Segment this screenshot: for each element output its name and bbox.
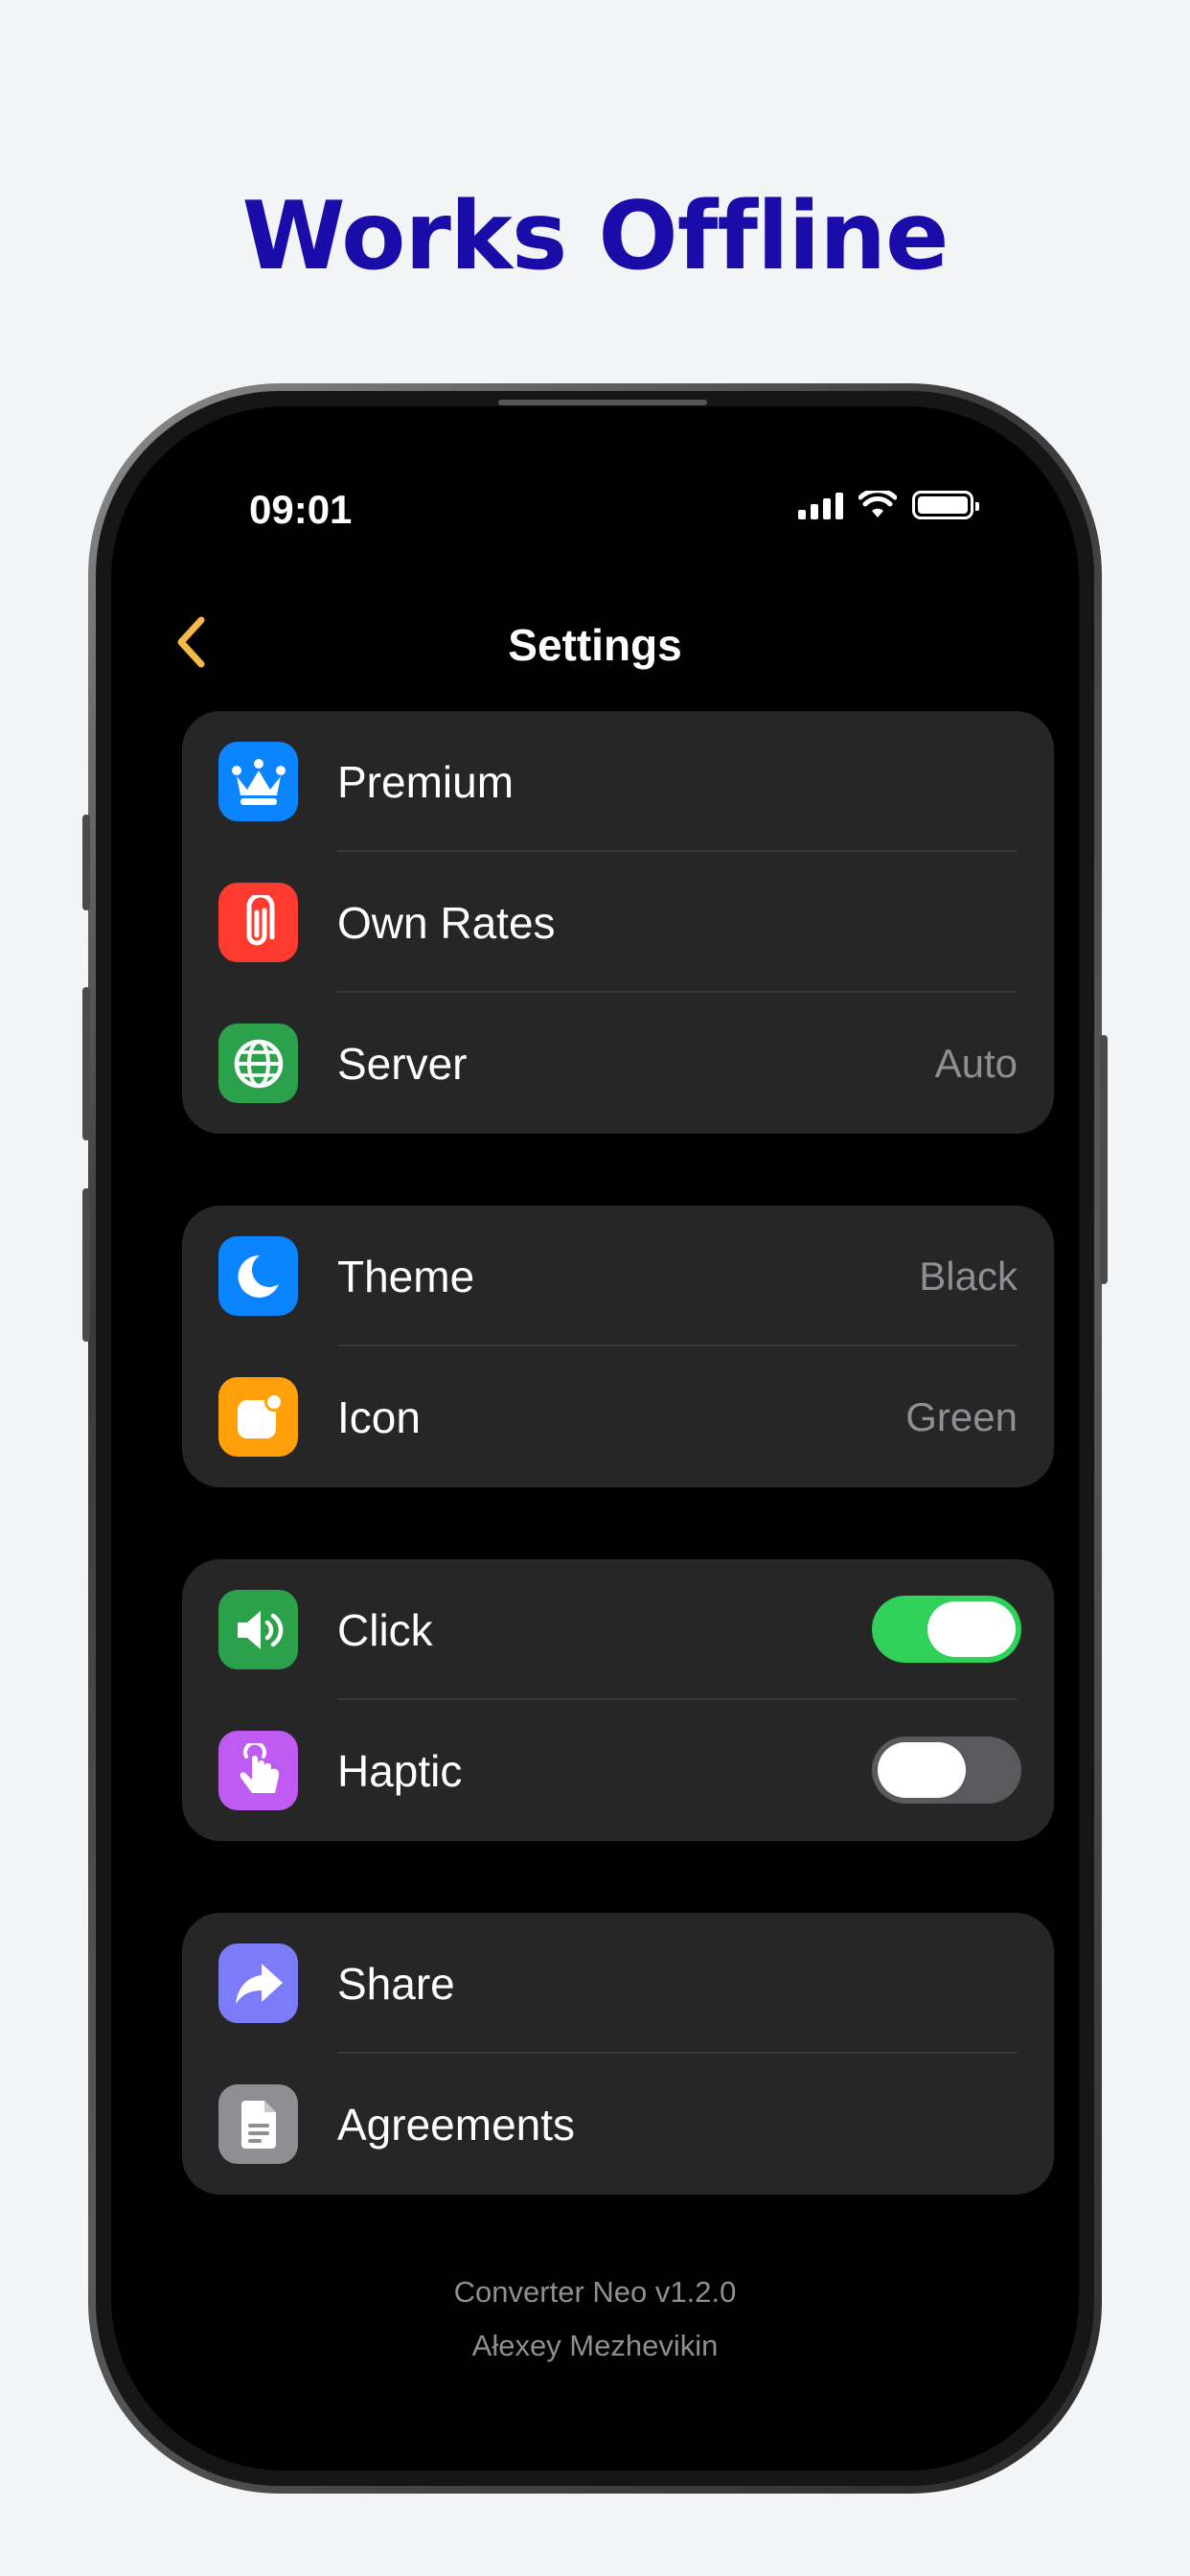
row-label: Theme	[337, 1251, 475, 1301]
battery-icon	[912, 491, 979, 519]
row-label: Haptic	[337, 1745, 463, 1796]
speaker-icon	[218, 1590, 298, 1669]
paperclip-icon	[218, 883, 298, 962]
crown-icon	[218, 742, 298, 821]
settings-group-appearance: Theme Black Icon Green	[182, 1206, 1054, 1487]
row-click: Click	[182, 1559, 1054, 1700]
row-label: Icon	[337, 1392, 421, 1442]
icon-value: Green	[905, 1393, 1018, 1439]
row-theme[interactable]: Theme Black	[182, 1206, 1054, 1346]
row-label: Agreements	[337, 2099, 576, 2150]
page-title: Settings	[508, 620, 682, 670]
row-premium[interactable]: Premium	[182, 711, 1054, 852]
settings-group-feedback: Click Haptic	[182, 1559, 1054, 1841]
screen: 09:01 Settings Premium Own Rates Server …	[111, 406, 1079, 2471]
hand-tap-icon	[218, 1731, 298, 1810]
haptic-toggle[interactable]	[872, 1736, 1021, 1804]
row-agreements[interactable]: Agreements	[182, 2054, 1054, 2195]
row-server[interactable]: Server Auto	[182, 993, 1054, 1134]
globe-icon	[218, 1024, 298, 1103]
document-icon	[218, 2084, 298, 2164]
row-own-rates[interactable]: Own Rates	[182, 852, 1054, 993]
share-arrow-icon	[218, 1944, 298, 2023]
cellular-signal-icon	[798, 491, 843, 519]
app-version: Converter Neo v1.2.0	[453, 2275, 737, 2309]
row-icon[interactable]: Icon Green	[182, 1346, 1054, 1487]
status-icons	[798, 491, 979, 519]
theme-value: Black	[919, 1253, 1018, 1299]
row-label: Server	[337, 1038, 468, 1089]
row-label: Premium	[337, 756, 515, 807]
row-label: Share	[337, 1958, 455, 2009]
settings-group-general: Premium Own Rates Server Auto	[182, 711, 1054, 1134]
phone-frame: 09:01 Settings Premium Own Rates Server …	[82, 383, 1108, 2494]
row-label: Click	[337, 1604, 433, 1655]
row-haptic: Haptic	[182, 1700, 1054, 1841]
app-badge-icon	[218, 1377, 298, 1457]
click-toggle[interactable]	[872, 1596, 1021, 1663]
settings-group-about: Share Agreements	[182, 1913, 1054, 2195]
row-share[interactable]: Share	[182, 1913, 1054, 2054]
moon-icon	[218, 1236, 298, 1316]
app-author: Ałexey Mezhevikin	[471, 2329, 719, 2362]
server-value: Auto	[934, 1040, 1018, 1086]
wifi-icon	[858, 491, 897, 518]
row-label: Own Rates	[337, 897, 556, 948]
headline: Works Offline	[241, 182, 950, 291]
status-time: 09:01	[249, 487, 353, 532]
